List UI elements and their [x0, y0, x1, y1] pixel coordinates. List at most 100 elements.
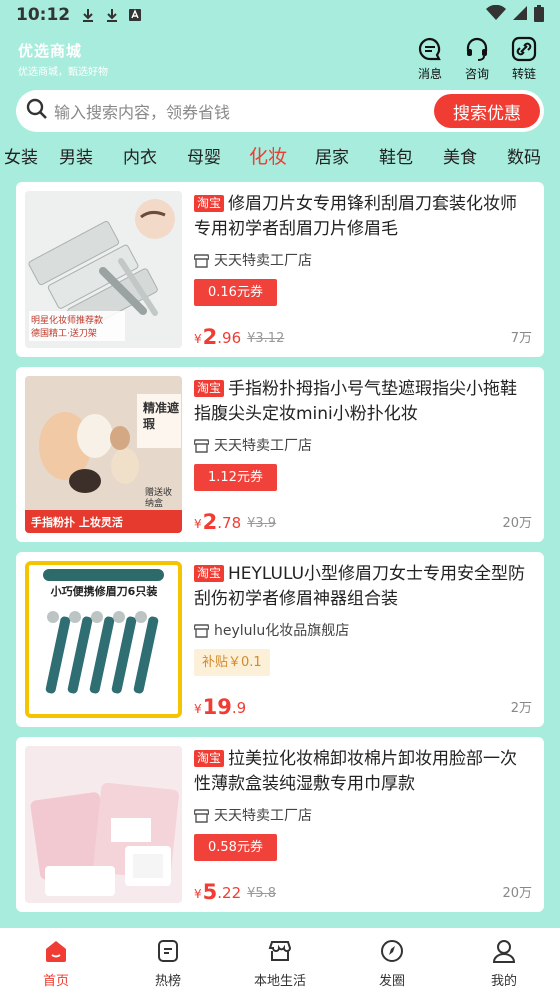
message-label: 消息: [417, 67, 442, 81]
product-image: [25, 746, 182, 903]
product-title: 淘宝 修眉刀片女专用锋利刮眉刀套装化妆师专用初学者刮眉刀片修眉毛: [194, 192, 532, 242]
product-image: 小巧便携修眉刀6只装: [25, 561, 182, 718]
sales-count: 20万: [502, 886, 532, 901]
category-tab[interactable]: 居家: [300, 143, 364, 168]
consult-button[interactable]: 咨询: [454, 36, 500, 82]
tab-local-life[interactable]: 本地生活: [224, 928, 336, 995]
shop-name-text: 天天特卖工厂店: [214, 253, 312, 269]
status-indicators: [486, 4, 544, 26]
download-icon: [80, 7, 96, 23]
logo-subtitle: 优选商城，甄选好物: [18, 67, 108, 78]
convert-link-label: 转链: [511, 67, 536, 81]
coupon-badge[interactable]: 0.16元券: [194, 279, 277, 306]
product-info: 淘宝 修眉刀片女专用锋利刮眉刀套装化妆师专用初学者刮眉刀片修眉毛 天天特卖工厂店 …: [194, 192, 532, 349]
platform-badge: 淘宝: [194, 565, 225, 582]
product-image: 明星化妆师推荐款 德国精工·送刀架: [25, 191, 182, 348]
logo-title: 优选商城: [18, 42, 83, 60]
tab-hot-list[interactable]: 热榜: [112, 928, 224, 995]
thumb-caption: 精准遮瑕: [143, 401, 180, 431]
category-tab[interactable]: 女装: [0, 143, 44, 168]
consult-label: 咨询: [464, 67, 489, 81]
product-card[interactable]: 明星化妆师推荐款 德国精工·送刀架 淘宝 修眉刀片女专用锋利刮眉刀套装化妆师专用初…: [16, 182, 544, 357]
message-icon: [418, 37, 441, 61]
message-button[interactable]: 消息: [407, 36, 453, 82]
list-icon: [158, 940, 178, 962]
shop-name[interactable]: heylulu化妆品旗舰店: [194, 620, 532, 640]
tab-mine[interactable]: 我的: [448, 928, 560, 995]
category-tab[interactable]: 母婴: [172, 143, 236, 168]
tab-home-label: 首页: [42, 974, 69, 989]
shop-name[interactable]: 天天特卖工厂店: [194, 805, 532, 825]
price-row: ¥ 5 .22 ¥5.8 20万: [194, 878, 532, 904]
tab-mine-label: 我的: [490, 974, 517, 989]
convert-link-button[interactable]: 转链: [501, 36, 547, 82]
currency-symbol: ¥: [194, 702, 202, 716]
price-integer: 19: [202, 695, 232, 719]
shop-icon: [194, 808, 209, 823]
category-tabs: 女装 男装 内衣 母婴 化妆 居家 鞋包 美食 数码: [0, 138, 560, 172]
shop-name[interactable]: 天天特卖工厂店: [194, 435, 532, 455]
bottom-tab-bar: 首页 热榜 本地生活 发圈 我的: [0, 928, 560, 995]
subsidy-badge[interactable]: 补贴￥0.1: [194, 649, 270, 676]
platform-badge: 淘宝: [194, 380, 225, 397]
platform-badge: 淘宝: [194, 750, 225, 767]
category-tab[interactable]: 美食: [428, 143, 492, 168]
tab-moments[interactable]: 发圈: [336, 928, 448, 995]
sales-count: 20万: [502, 516, 532, 531]
price-row: ¥ 19 .9 2万: [194, 693, 532, 719]
product-card[interactable]: 淘宝 拉美拉化妆棉卸妆棉片卸妆用脸部一次性薄款盒装纯湿敷专用巾厚款 天天特卖工厂店…: [16, 737, 544, 912]
original-price: ¥3.12: [247, 331, 285, 346]
product-card[interactable]: 小巧便携修眉刀6只装 淘宝 HEYLULU小型修眉刀女士专用安全型防刮伤初学者修眉…: [16, 552, 544, 727]
product-title-text: 修眉刀片女专用锋利刮眉刀套装化妆师专用初学者刮眉刀片修眉毛: [194, 194, 518, 239]
coupon-badge[interactable]: 0.58元券: [194, 834, 277, 861]
currency-symbol: ¥: [194, 517, 202, 531]
product-title-text: 拉美拉化妆棉卸妆棉片卸妆用脸部一次性薄款盒装纯湿敷专用巾厚款: [194, 749, 518, 794]
coupon-badge[interactable]: 1.12元券: [194, 464, 277, 491]
app-notification-icon: [128, 8, 142, 22]
price-row: ¥ 2 .96 ¥3.12 7万: [194, 323, 532, 349]
shop-icon: [194, 438, 209, 453]
compass-icon: [381, 940, 403, 962]
search-button[interactable]: 搜索优惠: [434, 94, 540, 128]
sales-count: 7万: [510, 331, 532, 346]
shop-icon: [194, 253, 209, 268]
product-list: 明星化妆师推荐款 德国精工·送刀架 淘宝 修眉刀片女专用锋利刮眉刀套装化妆师专用初…: [16, 182, 544, 922]
shop-name-text: 天天特卖工厂店: [214, 438, 312, 454]
product-title: 淘宝 HEYLULU小型修眉刀女士专用安全型防刮伤初学者修眉神器组合装: [194, 562, 532, 612]
search-input[interactable]: 输入搜索内容，领券省钱: [54, 99, 434, 123]
wifi-icon: [486, 4, 506, 25]
original-price: ¥5.8: [247, 886, 277, 901]
price-decimal: .78: [217, 514, 242, 532]
category-tab[interactable]: 鞋包: [364, 143, 428, 168]
price-decimal: .96: [217, 329, 242, 347]
product-image: 精准遮瑕 赠送收纳盒 手指粉扑 上妆灵活: [25, 376, 182, 533]
product-card[interactable]: 精准遮瑕 赠送收纳盒 手指粉扑 上妆灵活 淘宝 手指粉扑拇指小号气垫遮瑕指尖小拖鞋…: [16, 367, 544, 542]
store-icon: [268, 941, 292, 961]
category-tab[interactable]: 内衣: [108, 143, 172, 168]
thumb-caption: 明星化妆师推荐款: [31, 316, 104, 326]
tab-local-life-label: 本地生活: [253, 974, 306, 989]
header: 优选商城 优选商城，甄选好物 消息 咨询 转链: [0, 36, 560, 84]
category-tab[interactable]: 男装: [44, 143, 108, 168]
product-info: 淘宝 拉美拉化妆棉卸妆棉片卸妆用脸部一次性薄款盒装纯湿敷专用巾厚款 天天特卖工厂店…: [194, 747, 532, 904]
category-tab-active[interactable]: 化妆: [236, 142, 300, 169]
download-icon: [104, 7, 120, 23]
original-price: ¥3.9: [247, 516, 277, 531]
home-icon: [46, 941, 66, 962]
tab-home[interactable]: 首页: [0, 928, 112, 995]
shop-name-text: 天天特卖工厂店: [214, 808, 312, 824]
thumb-banner: 手指粉扑 上妆灵活: [31, 516, 123, 529]
search-bar: 输入搜索内容，领券省钱 搜索优惠: [16, 90, 544, 132]
product-title-text: 手指粉扑拇指小号气垫遮瑕指尖小拖鞋指腹尖头定妆mini小粉扑化妆: [194, 379, 518, 424]
headset-icon: [466, 37, 488, 61]
shop-name-text: heylulu化妆品旗舰店: [214, 623, 350, 639]
shop-name[interactable]: 天天特卖工厂店: [194, 250, 532, 270]
price-integer: 2: [202, 325, 218, 349]
product-title-text: HEYLULU小型修眉刀女士专用安全型防刮伤初学者修眉神器组合装: [194, 564, 526, 609]
sales-count: 2万: [510, 701, 532, 716]
price-integer: 5: [202, 880, 218, 904]
user-icon: [492, 940, 516, 963]
tab-moments-label: 发圈: [378, 974, 405, 989]
thumb-caption: 小巧便携修眉刀6只装: [50, 585, 158, 598]
category-tab[interactable]: 数码: [492, 143, 556, 168]
